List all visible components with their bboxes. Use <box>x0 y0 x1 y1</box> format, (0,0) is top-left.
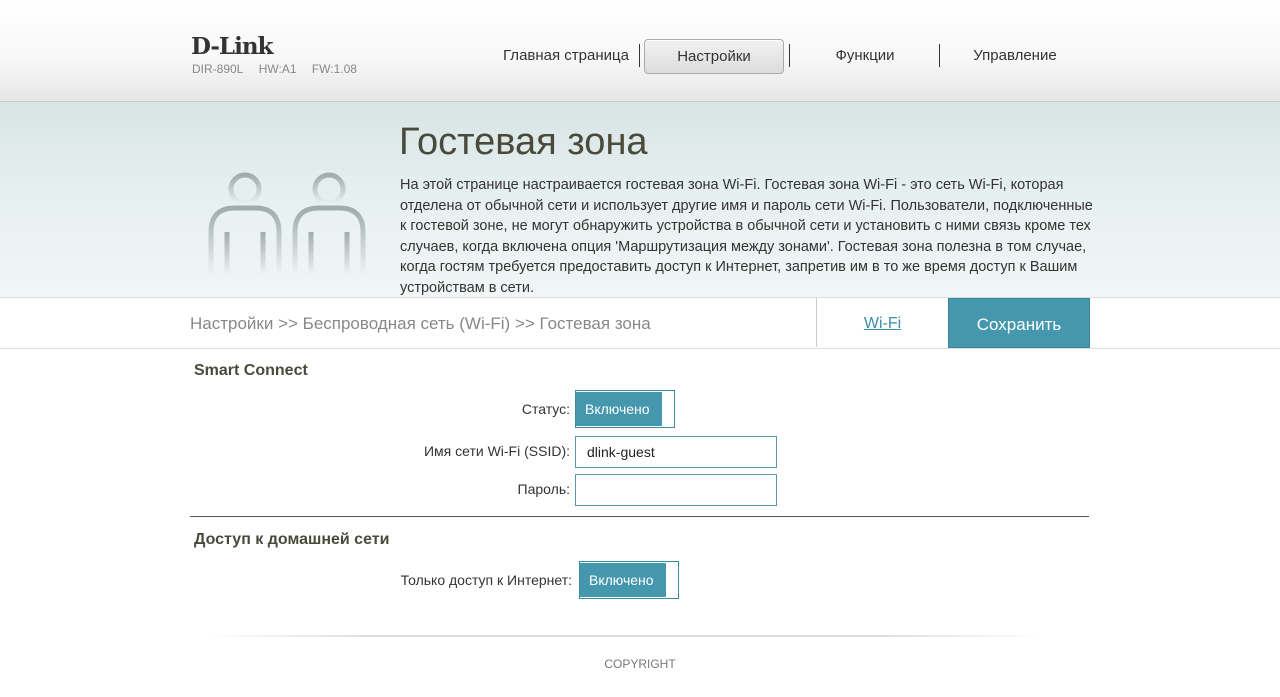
nav-divider <box>789 44 790 67</box>
device-info: DIR-890L HW:A1 FW:1.08 <box>192 62 369 76</box>
password-input[interactable] <box>575 474 777 506</box>
nav-divider <box>639 44 640 67</box>
wifi-link[interactable]: Wi-Fi <box>864 315 901 332</box>
ssid-label: Имя сети Wi-Fi (SSID): <box>423 443 570 459</box>
status-label: Статус: <box>521 401 570 417</box>
hardware-version: HW:A1 <box>258 62 297 76</box>
status-toggle-value: Включено <box>576 392 662 426</box>
nav-home[interactable]: Главная страница <box>498 39 634 72</box>
firmware-version: FW:1.08 <box>311 62 357 76</box>
home-access-title: Доступ к домашней сети <box>194 531 390 548</box>
page-description: На этой странице настраивается гостевая … <box>400 177 1093 296</box>
wifi-tab: Wi-Fi <box>816 298 949 347</box>
internet-only-toggle[interactable]: Включено <box>579 561 679 599</box>
nav-management[interactable]: Управление <box>950 39 1080 72</box>
internet-only-label: Только доступ к Интернет: <box>400 572 572 588</box>
smart-connect-title: Smart Connect <box>194 362 308 379</box>
nav-divider <box>939 44 940 67</box>
copyright: COPYRIGHT <box>604 657 676 671</box>
model-number: DIR-890L <box>192 62 244 76</box>
dlink-logo[interactable]: D-Link <box>191 33 273 60</box>
guest-users-icon <box>208 172 366 275</box>
page-title: Гостевая зона <box>399 121 648 163</box>
internet-only-toggle-value: Включено <box>580 563 666 597</box>
password-label: Пароль: <box>517 481 570 497</box>
header: D-Link DIR-890L HW:A1 FW:1.08 Главная ст… <box>0 0 1280 102</box>
footer-divider <box>205 635 1045 637</box>
save-button[interactable]: Сохранить <box>948 298 1090 348</box>
ssid-input[interactable] <box>575 436 777 468</box>
nav-settings[interactable]: Настройки <box>644 39 784 74</box>
status-toggle[interactable]: Включено <box>575 390 675 428</box>
breadcrumb: Настройки >> Беспроводная сеть (Wi-Fi) >… <box>190 314 651 333</box>
section-divider <box>190 516 1089 517</box>
breadcrumb-bar: Настройки >> Беспроводная сеть (Wi-Fi) >… <box>0 297 1280 349</box>
nav-features[interactable]: Функции <box>800 39 930 72</box>
